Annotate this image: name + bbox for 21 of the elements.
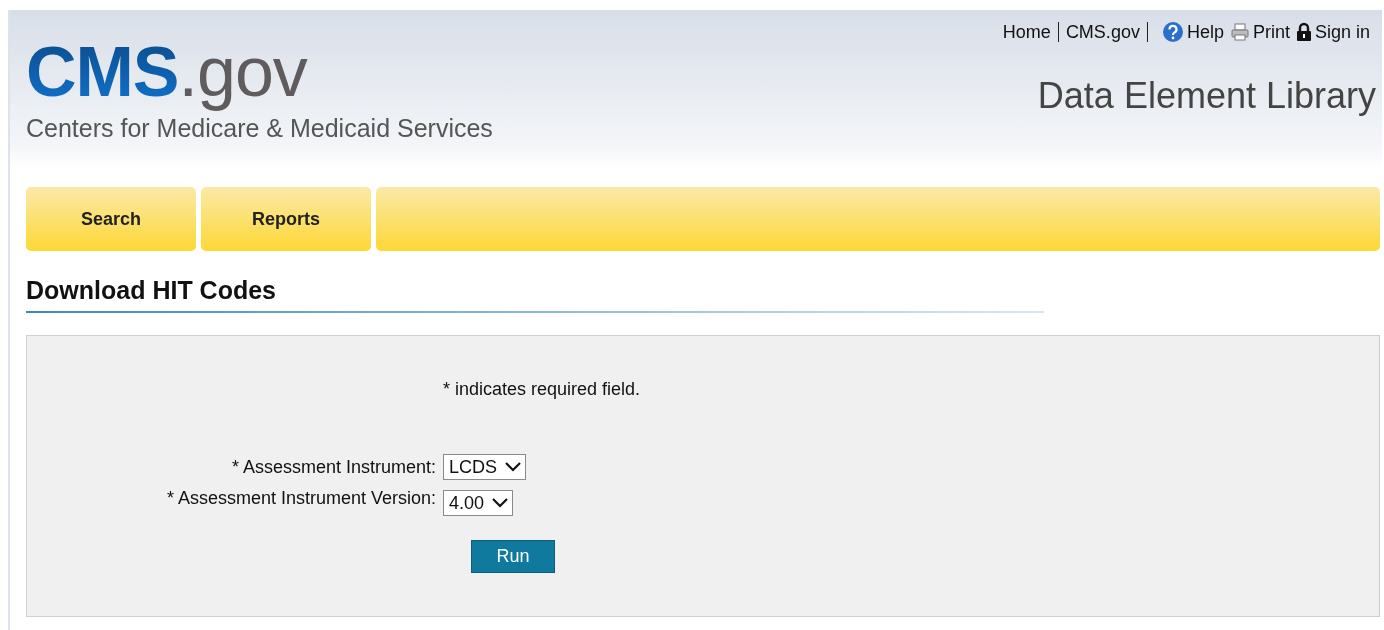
nav-tab[interactable]: Search xyxy=(26,187,196,251)
dropdown[interactable]: 4.00 xyxy=(443,490,514,516)
chevron-icon xyxy=(492,498,509,508)
page-title: Download HIT Codes xyxy=(26,276,277,305)
run-button[interactable]: Run xyxy=(471,540,555,573)
help-icon xyxy=(1161,21,1184,43)
printer-icon xyxy=(1229,22,1250,42)
tagline: Centers for Medicare & Medicaid Services xyxy=(26,114,493,143)
dropdown[interactable]: LCDS xyxy=(443,454,526,480)
site-title: Data Element Library xyxy=(1037,75,1376,117)
nav-tab[interactable]: Reports xyxy=(201,187,371,251)
chevron-icon xyxy=(505,462,521,472)
field-label: * Assessment Instrument Version: xyxy=(165,487,436,509)
required-note: * indicates required field. xyxy=(443,379,642,400)
header-link[interactable]: Print xyxy=(1252,21,1290,43)
lock-icon xyxy=(1295,22,1312,42)
header-link[interactable]: Sign in xyxy=(1314,21,1370,43)
header-link[interactable]: Home xyxy=(1002,22,1059,42)
header-link[interactable]: CMS.gov xyxy=(1058,22,1148,42)
field-label: * Assessment Instrument: xyxy=(230,456,436,478)
header-link[interactable]: Help xyxy=(1186,21,1224,43)
